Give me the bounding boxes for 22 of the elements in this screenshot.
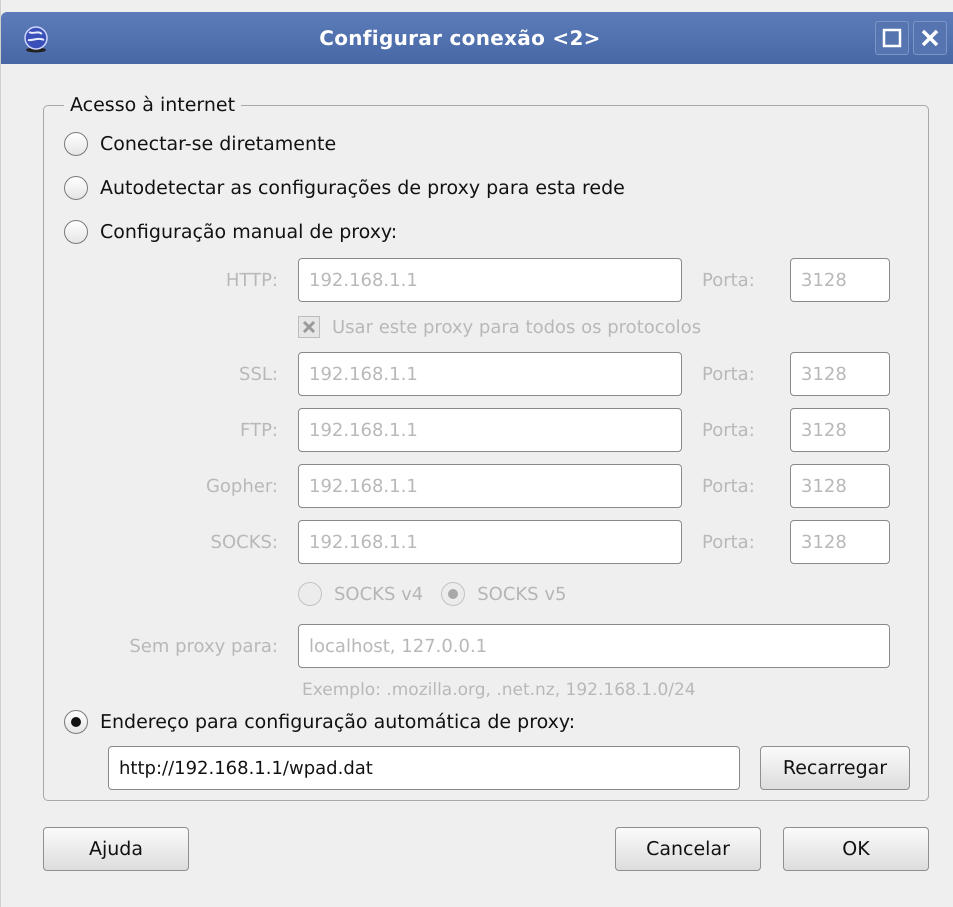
close-icon xyxy=(920,28,940,48)
radio-label: Endereço para configuração automática de proxy: xyxy=(100,711,576,733)
maximize-icon xyxy=(882,28,902,48)
close-button[interactable] xyxy=(913,21,947,55)
url-field[interactable]: http://192.168.1.1/wpad.dat xyxy=(108,746,740,790)
group-title: Acesso à internet xyxy=(69,94,236,116)
reload-button[interactable]: Recarregar xyxy=(760,746,910,790)
radio-button[interactable] xyxy=(64,710,88,734)
radio-label: SOCKS v5 xyxy=(477,584,566,604)
radio-button[interactable] xyxy=(64,132,88,156)
window-title: Configurar conexão <2> xyxy=(318,26,602,50)
radio-button[interactable] xyxy=(64,176,88,200)
help-button[interactable]: Ajuda xyxy=(43,827,189,871)
radio-button[interactable] xyxy=(64,220,88,244)
radio-label: Configuração manual de proxy: xyxy=(100,221,398,243)
ok-button[interactable]: OK xyxy=(783,827,929,871)
radio-label: SOCKS v4 xyxy=(334,584,424,604)
cancel-button[interactable]: Cancelar xyxy=(615,827,761,871)
maximize-button[interactable] xyxy=(875,21,909,55)
radio-label: Autodetectar as configurações de proxy para esta rede xyxy=(100,177,625,199)
cross-icon xyxy=(302,320,316,334)
radio-label: Conectar-se diretamente xyxy=(100,133,336,155)
